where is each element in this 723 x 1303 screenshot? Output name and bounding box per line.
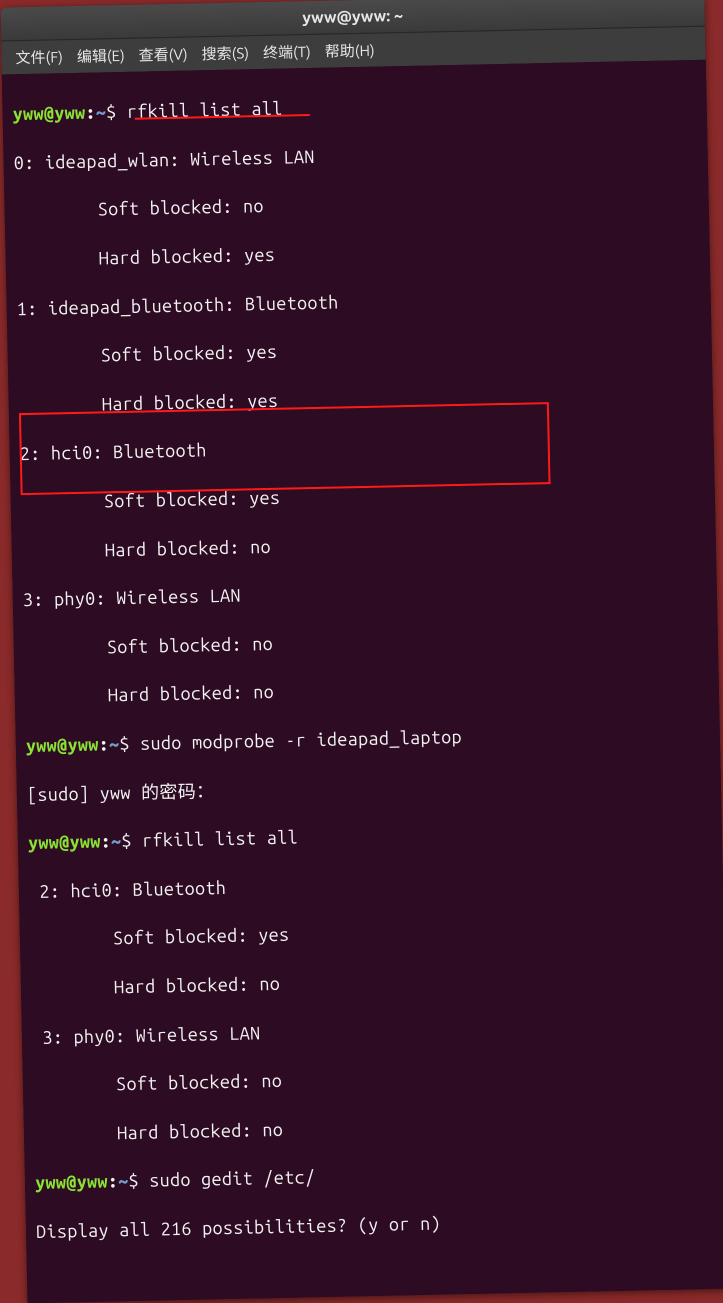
window-title: yww@yww: ~ bbox=[302, 7, 403, 27]
display-all-prompt: Display all 216 possibilities? (y or n) bbox=[36, 1206, 723, 1245]
prompt-dollar: $ bbox=[106, 102, 117, 122]
prompt-host: yww bbox=[54, 103, 86, 124]
prompt-colon: : bbox=[100, 832, 111, 852]
annotation-box bbox=[19, 402, 551, 495]
output-line: 3: phy0: Wireless LAN bbox=[23, 574, 711, 613]
prompt-host: yww bbox=[76, 1172, 108, 1193]
prompt-dollar: $ bbox=[119, 734, 130, 754]
output-line: Hard blocked: no bbox=[34, 1108, 722, 1147]
prompt-colon: : bbox=[108, 1172, 119, 1192]
prompt-at: @ bbox=[66, 1173, 77, 1193]
prompt-at: @ bbox=[44, 104, 55, 124]
output-line: Soft blocked: no bbox=[33, 1060, 721, 1099]
output-line: Soft blocked: no bbox=[24, 623, 712, 662]
command-4: sudo gedit /etc/ bbox=[149, 1168, 315, 1191]
output-line: 1: ideapad_bluetooth: Bluetooth bbox=[17, 282, 705, 321]
menu-view[interactable]: 查看(V) bbox=[138, 44, 187, 66]
command-2: sudo modprobe -r ideapad_laptop bbox=[140, 727, 462, 754]
output-line: Soft blocked: yes bbox=[18, 331, 706, 370]
prompt-colon: : bbox=[85, 103, 96, 123]
output-line: 3: phy0: Wireless LAN bbox=[32, 1011, 720, 1050]
menu-edit[interactable]: 编辑(E) bbox=[77, 45, 125, 67]
prompt-dollar: $ bbox=[121, 831, 132, 851]
output-line: Hard blocked: no bbox=[22, 525, 710, 564]
prompt-at: @ bbox=[59, 832, 70, 852]
prompt-host: yww bbox=[69, 832, 101, 853]
output-line: 0: ideapad_wlan: Wireless LAN bbox=[13, 137, 701, 176]
prompt-user: yww bbox=[26, 735, 58, 756]
prompt-user: yww bbox=[28, 833, 60, 854]
prompt-colon: : bbox=[98, 734, 109, 754]
prompt-path: ~ bbox=[111, 831, 122, 851]
prompt-path: ~ bbox=[118, 1171, 129, 1191]
terminal-body[interactable]: yww@yww:~$ rfkill list all 0: ideapad_wl… bbox=[2, 60, 723, 1303]
menu-help[interactable]: 帮助(H) bbox=[325, 40, 375, 62]
menu-search[interactable]: 搜索(S) bbox=[201, 42, 249, 64]
output-line: 2: hci0: Bluetooth bbox=[29, 865, 717, 904]
sudo-password-prompt: [sudo] yww 的密码： bbox=[27, 768, 715, 807]
output-line: Hard blocked: no bbox=[31, 963, 719, 1002]
prompt-path: ~ bbox=[109, 734, 120, 754]
prompt-at: @ bbox=[57, 735, 68, 755]
output-line: Soft blocked: no bbox=[14, 185, 702, 224]
prompt-user: yww bbox=[35, 1173, 67, 1194]
output-line: Hard blocked: yes bbox=[15, 234, 703, 273]
terminal-window: yww@yww: ~ 文件(F) 编辑(E) 查看(V) 搜索(S) 终端(T)… bbox=[0, 0, 723, 1303]
menu-file[interactable]: 文件(F) bbox=[15, 46, 63, 68]
menu-terminal[interactable]: 终端(T) bbox=[263, 41, 311, 63]
prompt-user: yww bbox=[12, 104, 44, 125]
output-line: Hard blocked: no bbox=[25, 671, 713, 710]
output-line: Soft blocked: yes bbox=[30, 914, 718, 953]
prompt-dollar: $ bbox=[128, 1171, 139, 1191]
command-3: rfkill list all bbox=[142, 828, 298, 851]
prompt-host: yww bbox=[67, 735, 99, 756]
